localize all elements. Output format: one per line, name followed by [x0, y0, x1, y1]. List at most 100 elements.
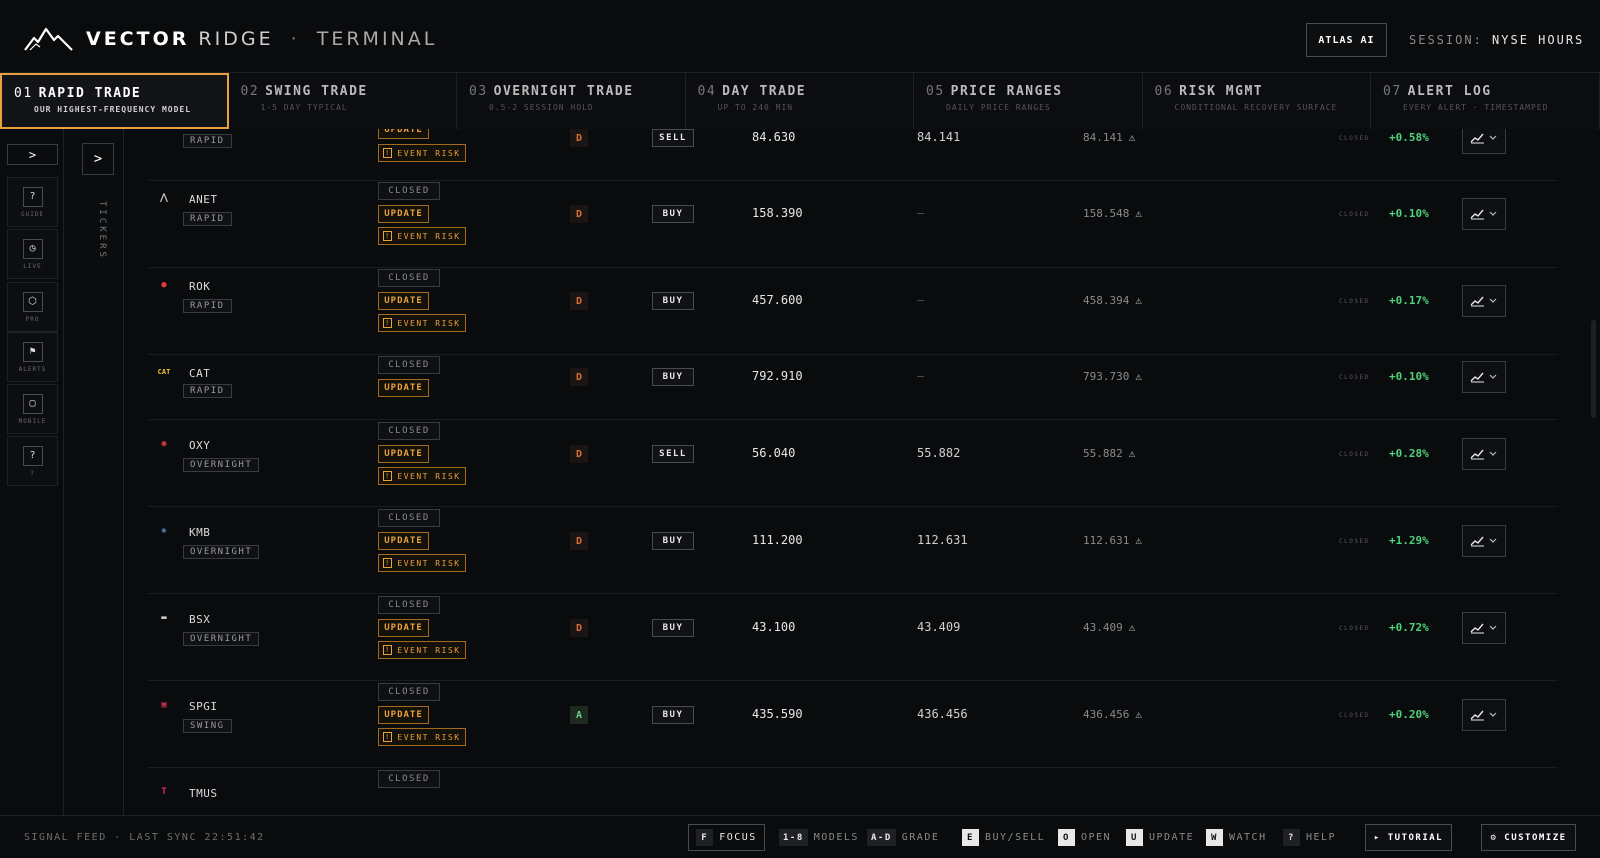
shortcut-label: BUY/SELL	[985, 832, 1046, 843]
tab-subtitle: OUR HIGHEST-FREQUENCY MODEL	[34, 105, 192, 114]
table-row[interactable]: ◉ OXY OVERNIGHT CLOSED UPDATE! EVENT RISK D SEL…	[148, 420, 1558, 507]
chart-menu-button[interactable]	[1462, 198, 1506, 230]
sidebar-item-help2[interactable]: ??	[7, 436, 58, 486]
event-risk-badge[interactable]: ! EVENT RISK	[378, 641, 466, 659]
table-row[interactable]: ▮EWRAPIDUPDATE!EVENT RISKDSELL84.63084.1…	[148, 129, 1558, 181]
tickers-expand-button[interactable]: >	[82, 143, 114, 175]
shortcut-grade[interactable]: A-D GRADE	[867, 829, 939, 846]
shortcut-help[interactable]: ? HELP	[1283, 829, 1336, 846]
event-risk-badge[interactable]: ! EVENT RISK	[378, 554, 466, 572]
sidebar-item-mobile[interactable]: ▢ MOBILE	[7, 384, 58, 434]
target-price: —	[917, 293, 925, 307]
sidebar-item-alerts[interactable]: ⚑ ALERTS	[7, 332, 58, 382]
action-buy-button[interactable]: BUY	[652, 619, 694, 637]
event-risk-badge[interactable]: ! EVENT RISK	[378, 144, 466, 162]
shortcut-watch[interactable]: W WATCH	[1206, 829, 1267, 846]
table-row[interactable]: ▣ SPGI SWING CLOSED UPDATE! EVENT RISK A BUY 435…	[148, 681, 1558, 768]
entry-price: 84.630	[752, 130, 796, 144]
status-update-badge[interactable]: UPDATE	[378, 619, 429, 637]
warning-icon: ⚠	[1128, 447, 1136, 460]
event-risk-badge[interactable]: ! EVENT RISK	[378, 314, 466, 332]
tab-overnight-trade[interactable]: 03 OVERNIGHT TRADE 0.5-2 SESSION HOLD	[457, 73, 686, 129]
ticker-symbol[interactable]: CAT	[189, 367, 210, 380]
tab-name: PRICE RANGES	[950, 84, 1063, 99]
chart-menu-button[interactable]	[1462, 438, 1506, 470]
price-change: +0.72%	[1389, 621, 1429, 634]
price-change: +0.58%	[1389, 131, 1429, 144]
customize-button[interactable]: ⚙ CUSTOMIZE	[1481, 824, 1576, 851]
sidebar-item-guide[interactable]: ? GUIDE	[7, 177, 58, 227]
table-row[interactable]: ✺ KMB OVERNIGHT CLOSED UPDATE! EVENT RISK D BUY…	[148, 507, 1558, 594]
status-update-badge[interactable]: UPDATE	[378, 532, 429, 550]
model-badge: RAPID	[183, 384, 232, 398]
ticker-symbol[interactable]: TMUS	[189, 787, 218, 800]
chart-menu-button[interactable]	[1462, 699, 1506, 731]
status-update-badge[interactable]: UPDATE	[378, 292, 429, 310]
alert-icon: !	[383, 558, 393, 568]
tutorial-button[interactable]: ▸ TUTORIAL	[1365, 824, 1452, 851]
ticker-symbol[interactable]: KMB	[189, 526, 210, 539]
status-update-badge[interactable]: UPDATE	[378, 445, 429, 463]
grade-badge: A	[570, 706, 588, 724]
warning-icon: ⚠	[1135, 207, 1142, 220]
stop-value: 793.730	[1083, 370, 1130, 383]
mobile-icon: ▢	[22, 393, 43, 414]
entry-price: 111.200	[752, 533, 803, 547]
shortcut-focus[interactable]: F FOCUS	[688, 824, 765, 851]
chart-menu-button[interactable]	[1462, 612, 1506, 644]
action-buy-button[interactable]: BUY	[652, 532, 694, 550]
chart-menu-button[interactable]	[1462, 361, 1506, 393]
table-row[interactable]: ● ROK RAPID CLOSED UPDATE! EVENT RISK D BUY 457.…	[148, 268, 1558, 355]
model-badge: RAPID	[183, 299, 232, 313]
ticker-symbol[interactable]: ROK	[189, 280, 210, 293]
stop-value: 112.631	[1083, 534, 1130, 547]
ticker-symbol[interactable]: BSX	[189, 613, 210, 626]
chart-menu-button[interactable]	[1462, 129, 1506, 154]
ticker-symbol[interactable]: SPGI	[189, 700, 218, 713]
company-logo-icon: ◉	[161, 439, 167, 449]
action-buy-button[interactable]: BUY	[652, 205, 694, 223]
tab-swing-trade[interactable]: 02 SWING TRADE 1-5 DAY TYPICAL	[228, 73, 457, 129]
tab-day-trade[interactable]: 04 DAY TRADE UP TO 240 MIN	[685, 73, 914, 129]
stop-price: 84.141 ⚠	[1083, 131, 1135, 144]
shortcut-open[interactable]: O OPEN	[1058, 829, 1111, 846]
status-update-badge[interactable]: UPDATE	[378, 706, 429, 724]
sidebar-expand-button[interactable]: >	[7, 144, 58, 165]
status-update-badge[interactable]: UPDATE	[378, 379, 429, 397]
ticker-symbol[interactable]: OXY	[189, 439, 210, 452]
tab-risk-mgmt[interactable]: 06 RISK MGMT CONDITIONAL RECOVERY SURFACE	[1142, 73, 1371, 129]
shortcut-models[interactable]: 1-8 MODELS	[779, 829, 859, 846]
chart-menu-button[interactable]	[1462, 525, 1506, 557]
action-buy-button[interactable]: BUY	[652, 292, 694, 310]
table-row[interactable]: ⋀ ANET RAPID CLOSED UPDATE! EVENT RISK D BUY 158…	[148, 181, 1558, 268]
entry-price: 56.040	[752, 446, 796, 460]
sidebar-item-live[interactable]: ◷ LIVE	[7, 229, 58, 279]
table-row[interactable]: CAT CAT RAPID CLOSED UPDATE D BUY 792.910 — 793.7…	[148, 355, 1558, 420]
shortcut-buysell[interactable]: E BUY/SELL	[962, 829, 1045, 846]
table-row[interactable]: T TMUS CLOSED	[148, 768, 1558, 815]
chart-menu-button[interactable]	[1462, 285, 1506, 317]
tab-name: RISK MGMT	[1179, 84, 1264, 99]
sidebar-item-pro[interactable]: ⬡ PRO	[7, 282, 58, 332]
shortcut-update[interactable]: U UPDATE	[1126, 829, 1194, 846]
shortcut-key: W	[1206, 829, 1223, 846]
tab-alert-log[interactable]: 07 ALERT LOG EVERY ALERT · TIMESTAMPED	[1371, 73, 1600, 129]
ticker-symbol[interactable]: ANET	[189, 193, 218, 206]
shortcut-key: U	[1126, 829, 1143, 846]
event-risk-badge[interactable]: ! EVENT RISK	[378, 467, 466, 485]
atlas-ai-button[interactable]: ATLAS AI	[1306, 23, 1387, 57]
tab-rapid-trade[interactable]: 01 RAPID TRADE OUR HIGHEST-FREQUENCY MODEL	[0, 73, 229, 129]
table-scrollbar[interactable]	[1591, 320, 1596, 418]
action-sell-button[interactable]: SELL	[652, 129, 694, 147]
action-sell-button[interactable]: SELL	[652, 445, 694, 463]
event-risk-badge[interactable]: ! EVENT RISK	[378, 227, 466, 245]
status-update-badge[interactable]: UPDATE	[378, 129, 429, 139]
table-row[interactable]: ▬ BSX OVERNIGHT CLOSED UPDATE! EVENT RISK D BUY…	[148, 594, 1558, 681]
action-buy-button[interactable]: BUY	[652, 368, 694, 386]
action-buy-button[interactable]: BUY	[652, 706, 694, 724]
tab-price-ranges[interactable]: 05 PRICE RANGES DAILY PRICE RANGES	[914, 73, 1143, 129]
stop-value: 458.394	[1083, 294, 1130, 307]
event-risk-badge[interactable]: ! EVENT RISK	[378, 728, 466, 746]
status-update-badge[interactable]: UPDATE	[378, 205, 429, 223]
company-logo-icon: CAT	[157, 368, 171, 376]
